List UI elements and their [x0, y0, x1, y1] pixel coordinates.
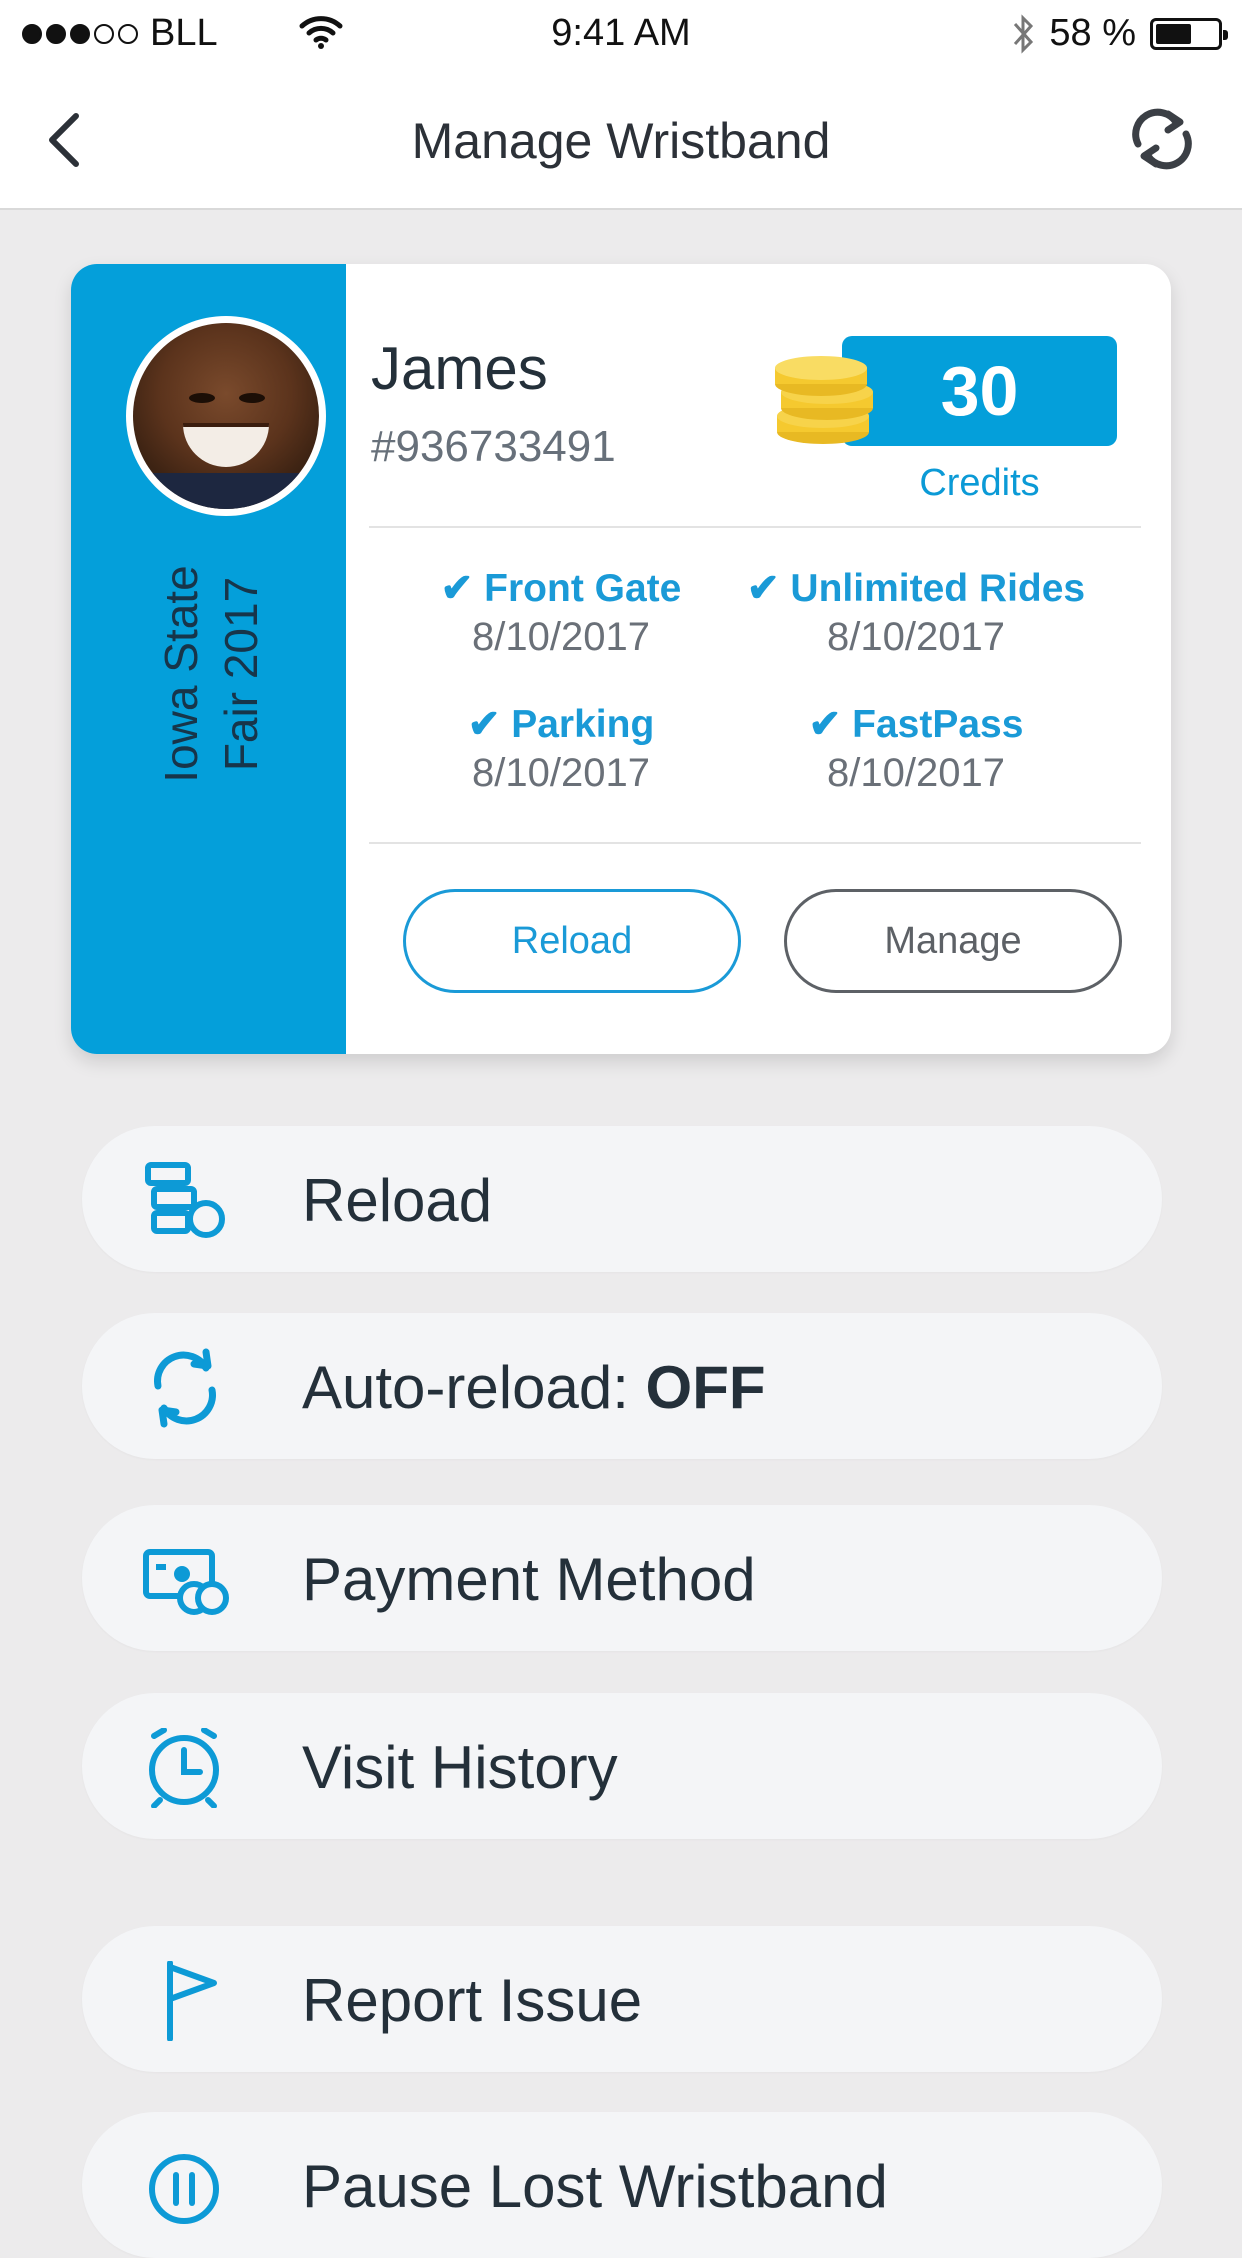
auto-reload-prefix: Auto-reload: — [302, 1354, 646, 1421]
check-icon: ✔ — [746, 567, 780, 610]
menu-item-visit-history[interactable]: Visit History — [82, 1693, 1162, 1839]
event-name-line2: Fair 2017 — [215, 576, 267, 772]
sync-icon[interactable] — [1128, 108, 1196, 170]
menu-label: Auto-reload: OFF — [302, 1353, 766, 1422]
card-manage-label: Manage — [884, 919, 1022, 962]
credits-value: 30 — [940, 352, 1019, 430]
check-icon: ✔ — [440, 567, 474, 610]
menu-item-reload[interactable]: Reload — [82, 1126, 1162, 1272]
menu-item-auto-reload[interactable]: Auto-reload: OFF — [82, 1313, 1162, 1459]
status-bar: BLL 9:41 AM 58 % — [0, 0, 1242, 68]
pass-fastpass: ✔ FastPass 8/10/2017 — [751, 702, 1081, 796]
auto-reload-state: OFF — [645, 1354, 766, 1421]
pass-name: Unlimited Rides — [790, 567, 1086, 610]
menu-label: Reload — [302, 1167, 493, 1234]
holder-name: James — [371, 335, 548, 402]
divider — [369, 526, 1141, 528]
menu-label: Payment Method — [302, 1546, 756, 1613]
pass-parking: ✔ Parking 8/10/2017 — [416, 702, 706, 796]
menu-item-pause-lost-wristband[interactable]: Pause Lost Wristband — [82, 2112, 1162, 2258]
divider — [369, 842, 1141, 844]
reload-icon — [145, 1162, 225, 1238]
pause-icon — [149, 2154, 219, 2224]
menu-label: Report Issue — [302, 1967, 643, 2034]
event-name-line1: Iowa State — [155, 565, 207, 783]
credits-value-badge: 30 — [842, 336, 1117, 446]
nav-bar: Manage Wristband — [0, 68, 1242, 210]
credits-label: Credits — [919, 462, 1040, 504]
event-strip: Iowa State Fair 2017 — [71, 264, 346, 1054]
wristband-card: Iowa State Fair 2017 James #936733491 30… — [71, 264, 1171, 1054]
menu-item-payment-method[interactable]: Payment Method — [82, 1505, 1162, 1651]
menu-item-report-issue[interactable]: Report Issue — [82, 1926, 1162, 2072]
card-reload-button[interactable]: Reload — [403, 889, 741, 993]
pass-name: Front Gate — [484, 567, 682, 610]
event-name: Iowa State Fair 2017 — [136, 444, 286, 904]
coins-icon — [775, 356, 873, 444]
card-reload-label: Reload — [511, 919, 633, 962]
pass-unlimited-rides: ✔ Unlimited Rides 8/10/2017 — [726, 566, 1106, 660]
pass-front-gate: ✔ Front Gate 8/10/2017 — [416, 566, 706, 660]
menu-label: Pause Lost Wristband — [302, 2153, 888, 2220]
check-icon: ✔ — [808, 703, 842, 746]
pass-date: 8/10/2017 — [472, 615, 650, 659]
pass-date: 8/10/2017 — [827, 615, 1005, 659]
alarm-clock-icon — [149, 1728, 219, 1808]
pass-name: Parking — [511, 703, 655, 746]
account-number: #936733491 — [371, 422, 616, 471]
flag-icon — [167, 1961, 217, 2041]
refresh-icon — [154, 1348, 216, 1428]
check-icon: ✔ — [467, 703, 501, 746]
battery-percent: 58 % — [1049, 12, 1136, 54]
payment-card-icon — [143, 1549, 229, 1615]
pass-name: FastPass — [852, 703, 1024, 746]
page-title: Manage Wristband — [411, 113, 831, 169]
pass-date: 8/10/2017 — [472, 751, 650, 795]
card-manage-button[interactable]: Manage — [784, 889, 1122, 993]
bluetooth-icon — [1014, 13, 1034, 54]
menu-label: Visit History — [302, 1734, 618, 1801]
battery-icon — [1150, 17, 1228, 50]
pass-date: 8/10/2017 — [827, 751, 1005, 795]
